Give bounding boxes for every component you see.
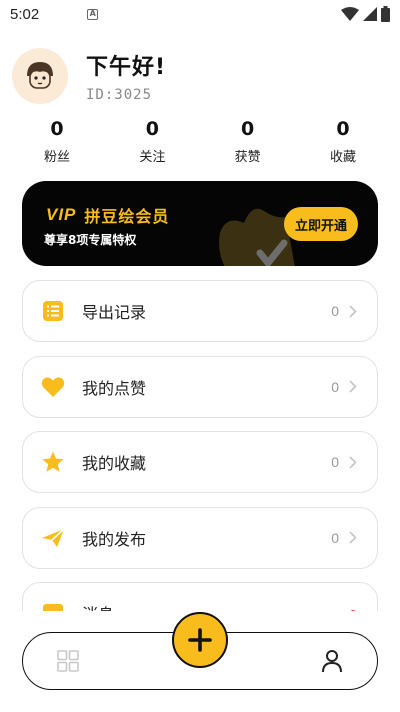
star-icon: [41, 450, 65, 474]
menu-item-my-likes[interactable]: 我的点赞 0: [22, 355, 378, 418]
status-time: 5:02: [10, 5, 40, 23]
notification-icon: A: [87, 8, 99, 20]
grid-home-icon[interactable]: [57, 650, 79, 676]
stat-label: 关注: [139, 150, 166, 165]
heart-icon: [41, 375, 65, 399]
vip-banner[interactable]: VIP 拼豆绘会员 尊享8项专属特权 立即开通: [22, 181, 378, 266]
profile-text: 下午好! ID:3025: [86, 49, 166, 103]
vip-subtitle: 尊享8项专属特权: [44, 233, 137, 247]
vip-name: 拼豆绘会员: [84, 207, 170, 226]
menu-label: 我的点赞: [82, 378, 147, 398]
person-profile-icon[interactable]: [321, 649, 343, 677]
stat-label: 粉丝: [43, 150, 70, 165]
stat-following[interactable]: 0 关注: [117, 118, 187, 165]
message-icon: [41, 601, 65, 611]
stat-value: 0: [241, 118, 255, 140]
wifi-icon: [341, 7, 359, 21]
avatar[interactable]: [12, 48, 68, 104]
status-bar: 5:02 A: [0, 0, 400, 28]
menu-count: 0: [331, 454, 339, 470]
profile-header: 下午好! ID:3025: [12, 48, 166, 104]
vip-activate-button[interactable]: 立即开通: [284, 207, 358, 241]
menu-count: 0: [331, 378, 339, 395]
stat-fans[interactable]: 0 粉丝: [22, 118, 92, 165]
unread-dot-icon: [349, 606, 359, 611]
status-icons: [341, 6, 390, 22]
stat-label: 获赞: [234, 150, 261, 165]
menu-list: 导出记录 0 我的点赞 0 我的收藏 0 我的发布 0 消息: [22, 280, 378, 611]
menu-label: 消息: [82, 601, 114, 611]
menu-label: 我的发布: [82, 529, 147, 549]
stat-value: 0: [145, 118, 159, 140]
menu-item-export-records[interactable]: 导出记录 0: [22, 280, 378, 342]
stat-likes-received[interactable]: 0 获赞: [213, 118, 283, 165]
menu-label: 我的收藏: [82, 454, 147, 473]
send-icon: [41, 526, 65, 550]
menu-item-my-favorites[interactable]: 我的收藏 0: [22, 431, 378, 493]
stat-value: 0: [50, 118, 64, 140]
stat-label: 收藏: [329, 150, 356, 165]
battery-icon: [381, 6, 390, 22]
stat-value: 0: [336, 118, 350, 140]
chevron-right-icon: [349, 455, 359, 469]
add-button[interactable]: [172, 612, 228, 668]
user-id: ID:3025: [86, 87, 153, 103]
stat-favorites[interactable]: 0 收藏: [308, 118, 378, 165]
stats-row: 0 粉丝 0 关注 0 获赞 0 收藏: [22, 118, 378, 165]
chevron-right-icon: [349, 304, 359, 318]
menu-count: 0: [331, 529, 339, 546]
list-icon: [41, 299, 65, 323]
vip-title: VIP 拼豆绘会员: [46, 203, 169, 227]
chevron-right-icon: [349, 531, 359, 545]
menu-count: 0: [331, 303, 339, 319]
plus-icon: [188, 628, 212, 652]
menu-item-messages[interactable]: 消息: [22, 582, 378, 611]
menu-item-my-posts[interactable]: 我的发布 0: [22, 506, 378, 569]
signal-icon: [363, 7, 377, 21]
greeting: 下午好!: [86, 55, 167, 80]
menu-label: 导出记录: [82, 303, 147, 322]
vip-label: VIP: [46, 205, 77, 224]
avatar-face-icon: [27, 62, 53, 89]
chevron-right-icon: [349, 380, 359, 394]
